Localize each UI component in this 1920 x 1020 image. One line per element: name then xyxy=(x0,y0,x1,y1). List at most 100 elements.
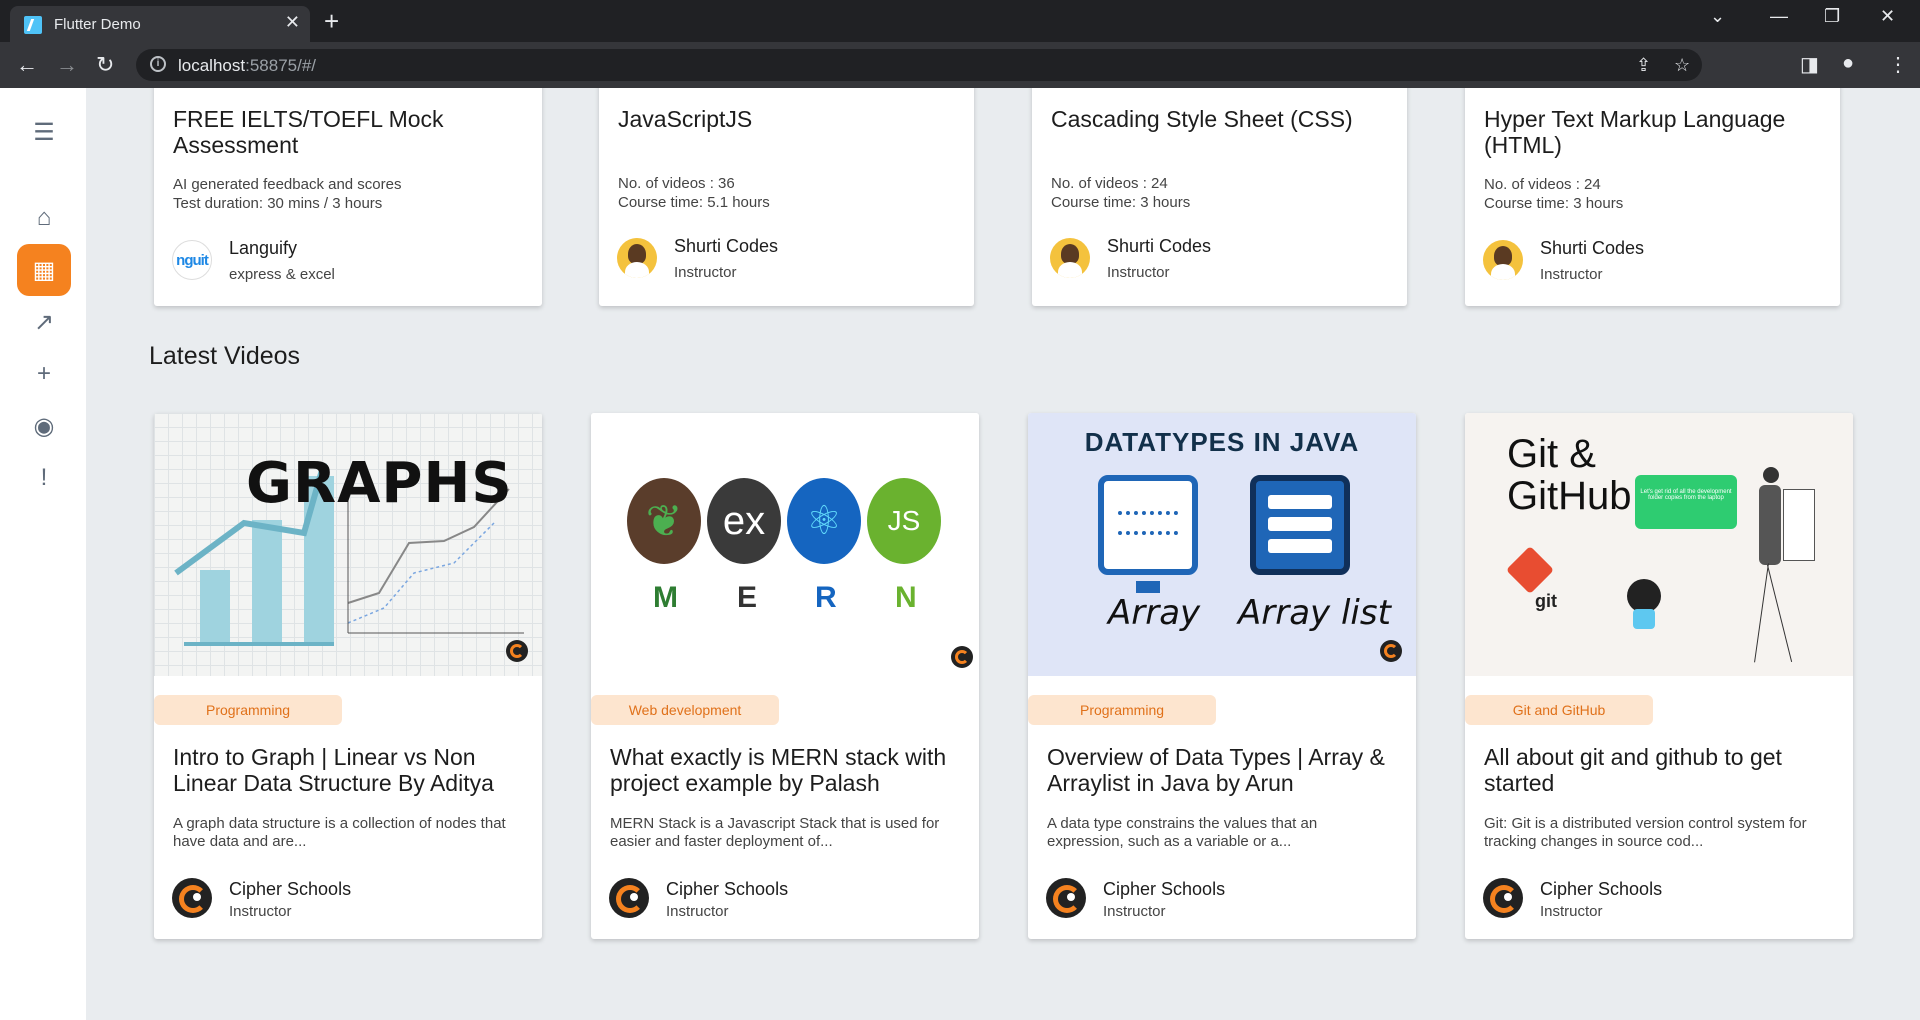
octocat-icon xyxy=(1627,579,1661,613)
instructor-avatar xyxy=(617,238,657,278)
share-icon[interactable]: ⇪ xyxy=(1636,55,1651,76)
reload-icon[interactable]: ↻ xyxy=(96,52,114,78)
category-tag: Web development xyxy=(591,695,779,725)
course-meta: Course time: 3 hours xyxy=(1051,194,1191,211)
video-description: A graph data structure is a collection o… xyxy=(173,815,506,850)
course-title: JavaScriptJS xyxy=(618,106,753,132)
thumbnail-letter: M xyxy=(653,581,678,614)
building-icon[interactable]: ▦ xyxy=(17,244,71,296)
thumbnail-letter: N xyxy=(895,581,917,614)
minimize-icon[interactable]: — xyxy=(1770,6,1788,27)
chrome-menu-icon[interactable]: ⋮ xyxy=(1888,52,1908,77)
video-card[interactable]: ❦ ex ⚛ JS M E R N Web development What e… xyxy=(591,413,979,939)
video-card[interactable]: Git & GitHub Let's get rid of all the dev… xyxy=(1465,413,1853,939)
person-illustration xyxy=(1763,467,1779,483)
video-thumbnail: DATATYPES IN JAVA Array Array list xyxy=(1028,413,1416,676)
course-meta: No. of videos : 24 xyxy=(1484,176,1601,193)
discord-icon[interactable]: ◉ xyxy=(17,400,71,452)
restore-icon[interactable]: ❐ xyxy=(1824,6,1840,27)
course-meta: Test duration: 30 mins / 3 hours xyxy=(173,195,383,212)
instructor-role: Instructor xyxy=(1103,903,1166,920)
course-meta: No. of videos : 36 xyxy=(618,175,735,192)
instructor-role: Instructor xyxy=(674,264,737,281)
course-card[interactable]: Cascading Style Sheet (CSS) No. of video… xyxy=(1032,88,1407,306)
instructor-name: Shurti Codes xyxy=(1107,236,1212,256)
thumbnail-letter: E xyxy=(737,581,758,614)
instructor-name: Cipher Schools xyxy=(229,879,352,899)
browser-tab[interactable]: Flutter Demo ✕ xyxy=(10,6,310,42)
instructor-avatar xyxy=(1050,238,1090,278)
feedback-icon[interactable]: ! xyxy=(17,452,71,504)
thumbnail-letter: R xyxy=(815,581,837,614)
thumbnail-text: GRAPHS xyxy=(246,451,513,516)
category-tag: Git and GitHub xyxy=(1465,695,1653,725)
site-info-icon[interactable]: i xyxy=(150,56,166,72)
menu-icon[interactable]: ☰ xyxy=(17,106,71,158)
forward-icon[interactable]: → xyxy=(56,52,78,78)
instructor-role: Instructor xyxy=(666,903,729,920)
cipher-schools-avatar xyxy=(1046,878,1086,918)
trending-icon[interactable]: ↗ xyxy=(17,296,71,348)
speech-bubble: Let's get rid of all the development fol… xyxy=(1635,475,1737,529)
course-card[interactable]: Hyper Text Markup Language (HTML) No. of… xyxy=(1465,88,1840,306)
side-panel-icon[interactable]: ◨ xyxy=(1800,52,1819,77)
new-tab-icon[interactable]: + xyxy=(324,6,339,37)
tab-search-icon[interactable]: ⌄ xyxy=(1710,6,1725,27)
cipher-schools-avatar xyxy=(1483,878,1523,918)
react-icon: ⚛ xyxy=(787,478,861,564)
omnibox[interactable]: i localhost:58875/#/ ⇪ ☆ xyxy=(136,49,1702,81)
course-title: FREE IELTS/TOEFL Mock Assessment xyxy=(173,106,444,158)
instructor-role: express & excel xyxy=(229,266,335,283)
video-title: Intro to Graph | Linear vs Non Linear Da… xyxy=(173,744,494,796)
home-icon[interactable]: ⌂ xyxy=(17,192,71,244)
instructor-role: Instructor xyxy=(229,903,292,920)
instructor-name: Shurti Codes xyxy=(1540,238,1645,258)
flutter-favicon-icon xyxy=(24,16,42,34)
thumbnail-title: Git & GitHub xyxy=(1507,432,1632,518)
instructor-name: Cipher Schools xyxy=(666,879,789,899)
latest-videos-heading: Latest Videos xyxy=(149,342,301,370)
video-title: Overview of Data Types | Array & Arrayli… xyxy=(1047,744,1385,796)
video-card[interactable]: GRAPHS Programming Intro to Graph | Line… xyxy=(154,413,542,939)
tab-close-icon[interactable]: ✕ xyxy=(285,12,300,33)
thumbnail-label: Array list xyxy=(1238,593,1391,633)
course-title: Cascading Style Sheet (CSS) xyxy=(1051,106,1353,132)
url-text[interactable]: localhost:58875/#/ xyxy=(178,56,316,76)
arraylist-icon xyxy=(1250,475,1350,575)
thumbnail-title: DATATYPES IN JAVA xyxy=(1084,427,1360,457)
instructor-role: Instructor xyxy=(1540,903,1603,920)
video-card[interactable]: DATATYPES IN JAVA Array Array list Progr… xyxy=(1028,413,1416,939)
course-card[interactable]: JavaScriptJS No. of videos : 36 Course t… xyxy=(599,88,974,306)
course-card[interactable]: FREE IELTS/TOEFL Mock Assessment AI gene… xyxy=(154,88,542,306)
video-title: All about git and github to get started xyxy=(1484,744,1782,796)
video-thumbnail: GRAPHS xyxy=(154,413,542,676)
instructor-name: Cipher Schools xyxy=(1540,879,1663,899)
instructor-name: Languify xyxy=(229,238,298,258)
video-thumbnail: Git & GitHub Let's get rid of all the dev… xyxy=(1465,413,1853,676)
back-icon[interactable]: ← xyxy=(16,52,38,78)
nodejs-icon: JS xyxy=(867,478,941,564)
bookmark-star-icon[interactable]: ☆ xyxy=(1674,55,1690,76)
tab-title: Flutter Demo xyxy=(54,16,141,33)
video-description: Git: Git is a distributed version contro… xyxy=(1484,815,1807,850)
close-window-icon[interactable]: ✕ xyxy=(1880,6,1895,27)
profile-icon[interactable]: ● xyxy=(1842,52,1854,75)
video-description: A data type constrains the values that a… xyxy=(1047,815,1318,850)
express-icon: ex xyxy=(707,478,781,564)
course-meta: AI generated feedback and scores xyxy=(173,176,402,193)
instructor-avatar xyxy=(1483,240,1523,280)
cipher-badge-icon xyxy=(951,646,973,668)
instructor-name: Cipher Schools xyxy=(1103,879,1226,899)
cipher-badge-icon xyxy=(506,640,528,662)
instructor-role: Instructor xyxy=(1540,266,1603,283)
mongodb-icon: ❦ xyxy=(627,478,701,564)
course-meta: Course time: 5.1 hours xyxy=(618,194,770,211)
languify-logo-icon: nguit xyxy=(172,240,212,280)
course-title: Hyper Text Markup Language (HTML) xyxy=(1484,106,1786,158)
git-logo-icon xyxy=(1505,545,1555,595)
video-thumbnail: ❦ ex ⚛ JS M E R N xyxy=(591,413,979,676)
category-tag: Programming xyxy=(1028,695,1216,725)
thumbnail-label: Array xyxy=(1108,593,1201,633)
sidebar: ☰ ⌂ ▦ ↗ + ◉ ! xyxy=(0,88,86,1020)
add-icon[interactable]: + xyxy=(17,348,71,400)
